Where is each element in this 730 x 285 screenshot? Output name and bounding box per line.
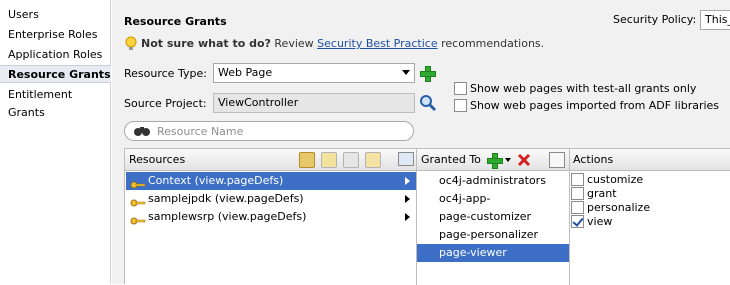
lightbulb-icon (124, 36, 138, 52)
chevron-right-icon (405, 213, 410, 221)
security-policy-label: Security Policy: (613, 13, 697, 26)
sidebar-item-application-roles[interactable]: Application Roles (0, 46, 111, 64)
key-icon (130, 177, 146, 189)
test-all-grants-label: Show web pages with test-all grants only (470, 82, 697, 95)
grantee-row[interactable]: oc4j-app-administrators (417, 190, 569, 223)
resource-label: samplewsrp (view.pageDefs) (148, 210, 307, 223)
resources-header-label: Resources (129, 153, 186, 166)
binoculars-icon (133, 124, 151, 138)
actions-header-label: Actions (573, 153, 614, 166)
resource-type-value: Web Page (218, 66, 273, 79)
grants-grid: Resources Granted To Actions Context (vi… (124, 148, 730, 285)
chevron-down-icon[interactable] (505, 158, 511, 162)
resource-type-label: Resource Type: (124, 67, 207, 80)
resource-name-search[interactable]: Resource Name (124, 121, 414, 141)
adf-libraries-checkbox[interactable] (454, 99, 467, 112)
action-label: personalize (587, 201, 651, 214)
hint-text: Not sure what to do? Review Security Bes… (141, 37, 544, 50)
grantee-label: oc4j-administrators (439, 174, 546, 187)
sort-icon[interactable] (398, 152, 414, 166)
action-view-checkbox[interactable] (571, 215, 584, 228)
granted-to-header-label: Granted To (421, 153, 481, 166)
key-icon (130, 213, 146, 225)
action-label: view (587, 215, 613, 228)
resource-row[interactable]: Context (view.pageDefs) (126, 172, 416, 190)
hint-post-link: recommendations. (441, 37, 545, 50)
resource-row[interactable]: samplewsrp (view.pageDefs) (126, 208, 416, 226)
chevron-right-icon (405, 195, 410, 203)
resource-label: Context (view.pageDefs) (148, 174, 284, 187)
delete-icon[interactable] (517, 153, 531, 167)
action-customize-checkbox[interactable] (571, 173, 584, 186)
sidebar-item-resource-grants[interactable]: Resource Grants (0, 65, 111, 83)
action-grant-checkbox[interactable] (571, 187, 584, 200)
sidebar: Users Enterprise Roles Application Roles… (0, 0, 111, 284)
test-all-grants-checkbox[interactable] (454, 82, 467, 95)
lock-filter-icon[interactable] (299, 152, 315, 168)
action-row: grant (571, 187, 730, 201)
chevron-down-icon (402, 70, 410, 75)
resource-type-select[interactable]: Web Page (213, 63, 415, 83)
page-title: Resource Grants (124, 15, 227, 28)
page-filter-icon[interactable] (343, 152, 359, 168)
sort-header[interactable] (396, 149, 417, 171)
hint-bold: Not sure what to do? (141, 37, 271, 50)
hint-pre-link: Review (274, 37, 314, 50)
column-divider (569, 149, 570, 285)
action-label: grant (587, 187, 617, 200)
action-personalize-checkbox[interactable] (571, 201, 584, 214)
resource-name-placeholder: Resource Name (157, 125, 244, 138)
add-grantee-icon[interactable] (487, 153, 503, 169)
sidebar-item-enterprise-roles[interactable]: Enterprise Roles (0, 26, 111, 44)
source-project-field: ViewController (213, 93, 415, 113)
sidebar-item-users[interactable]: Users (0, 6, 111, 24)
edit-grantee-icon[interactable] (549, 152, 565, 168)
grantee-row[interactable]: page-personalizer (417, 226, 569, 244)
action-label: customize (587, 173, 644, 186)
chevron-right-icon (405, 177, 410, 185)
sidebar-item-entitlement-grants[interactable]: Entitlement Grants (0, 86, 111, 119)
resource-row[interactable]: samplejpdk (view.pageDefs) (126, 190, 416, 208)
grantee-label: page-customizer (439, 210, 532, 223)
grantee-label: page-personalizer (439, 228, 539, 241)
source-project-value: ViewController (218, 96, 299, 109)
grantee-row[interactable]: page-viewer (417, 244, 569, 262)
key-icon (130, 195, 146, 207)
action-row: personalize (571, 201, 730, 215)
grantee-row[interactable]: page-customizer (417, 208, 569, 226)
source-project-label: Source Project: (124, 97, 207, 110)
adf-libraries-label: Show web pages imported from ADF librari… (470, 99, 720, 112)
resource-label: samplejpdk (view.pageDefs) (148, 192, 304, 205)
search-icon[interactable] (419, 94, 437, 112)
action-row: customize (571, 173, 730, 187)
no-grant-filter-icon[interactable] (365, 152, 381, 168)
actions-header: Actions (569, 149, 730, 171)
security-policy-value: This_ (705, 13, 730, 26)
grantee-label: page-viewer (439, 246, 507, 259)
grantee-row[interactable]: oc4j-administrators (417, 172, 569, 190)
security-best-practice-link[interactable]: Security Best Practice (317, 37, 437, 50)
add-resource-type-icon[interactable] (420, 66, 436, 82)
action-row: view (571, 215, 730, 229)
key-filter-icon[interactable] (321, 152, 337, 168)
security-policy-select[interactable]: This_ (700, 10, 730, 30)
